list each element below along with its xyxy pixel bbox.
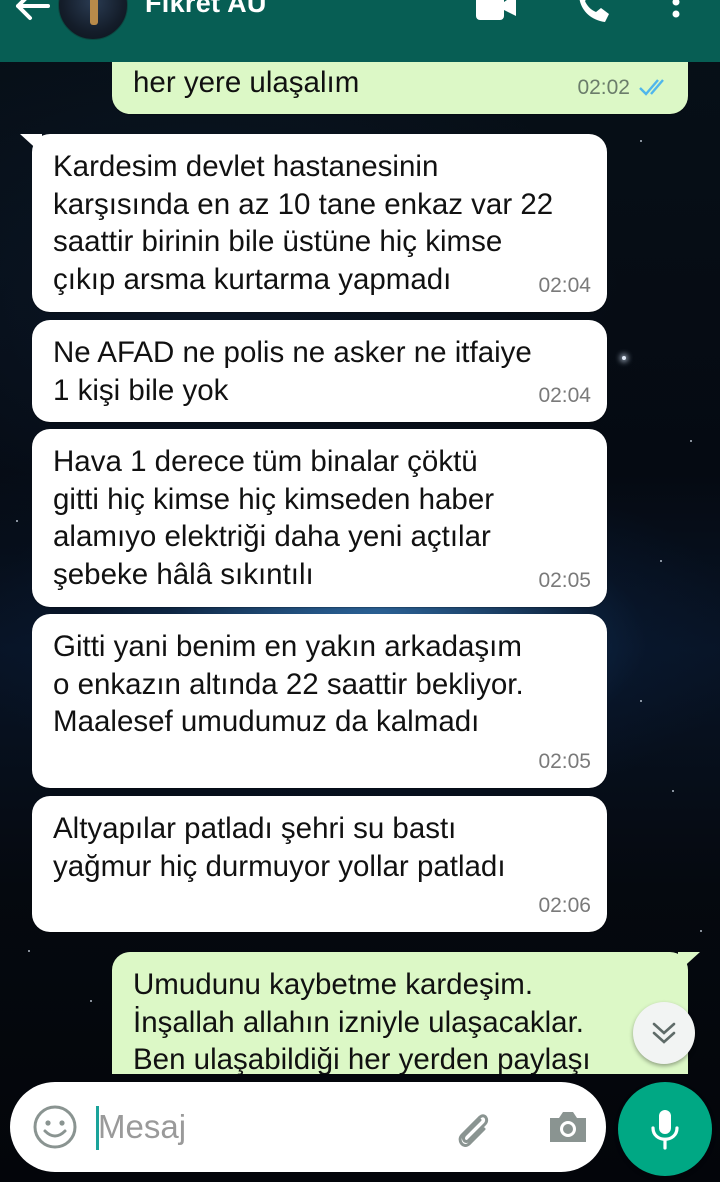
message-time: 02:05: [538, 568, 591, 592]
incoming-message[interactable]: Hava 1 derece tüm binalar çöktü gitti hi…: [32, 429, 607, 607]
message-time: 02:04: [538, 383, 591, 407]
message-time: 02:04: [538, 273, 591, 297]
incoming-message[interactable]: Altyapılar patladı şehri su bastı yağmur…: [32, 796, 607, 932]
message-input[interactable]: [98, 1104, 428, 1150]
message-text: Ne AFAD ne polis ne asker ne itfaiye 1 k…: [53, 336, 532, 407]
message-list[interactable]: her yere ulaşalım 02:02 Kardesim devlet …: [0, 62, 720, 1074]
incoming-message[interactable]: Ne AFAD ne polis ne asker ne itfaiye 1 k…: [32, 320, 607, 422]
message-text: Altyapılar patladı şehri su bastı yağmur…: [53, 812, 506, 883]
double-check-read-icon: [639, 79, 664, 97]
message-time: 02:06: [538, 893, 591, 917]
attachment-paperclip-icon[interactable]: [450, 1106, 496, 1152]
back-arrow-icon[interactable]: [14, 0, 54, 30]
incoming-message[interactable]: Gitti yani benim en yakın arkadaşım o en…: [32, 614, 607, 788]
message-time: 02:05: [538, 749, 591, 773]
video-call-icon[interactable]: [474, 0, 518, 22]
chat-header: Fikret AU: [0, 0, 720, 62]
voice-message-button[interactable]: [618, 1082, 712, 1176]
message-composer: [10, 1082, 606, 1172]
more-options-icon[interactable]: [668, 0, 684, 28]
incoming-message[interactable]: Kardesim devlet hastanesinin karşısında …: [20, 134, 607, 312]
message-text: Hava 1 derece tüm binalar çöktü gitti hi…: [53, 445, 495, 591]
emoji-icon[interactable]: [32, 1104, 78, 1150]
contact-name[interactable]: Fikret AU: [145, 0, 267, 19]
phone-icon[interactable]: [575, 0, 611, 26]
message-time: 02:02: [577, 75, 630, 99]
message-text: Umudunu kaybetme kardeşim. İnşallah alla…: [133, 968, 591, 1074]
double-chevron-down-icon: [652, 1022, 676, 1044]
contact-avatar[interactable]: [58, 0, 128, 40]
message-text: Gitti yani benim en yakın arkadaşım o en…: [53, 630, 524, 738]
outgoing-message[interactable]: her yere ulaşalım 02:02: [112, 62, 688, 114]
message-text: Kardesim devlet hastanesinin karşısında …: [53, 150, 554, 296]
camera-icon[interactable]: [546, 1108, 590, 1146]
scroll-to-bottom-button[interactable]: [633, 1002, 695, 1064]
microphone-icon: [651, 1110, 679, 1150]
outgoing-message[interactable]: Umudunu kaybetme kardeşim. İnşallah alla…: [112, 952, 700, 1074]
